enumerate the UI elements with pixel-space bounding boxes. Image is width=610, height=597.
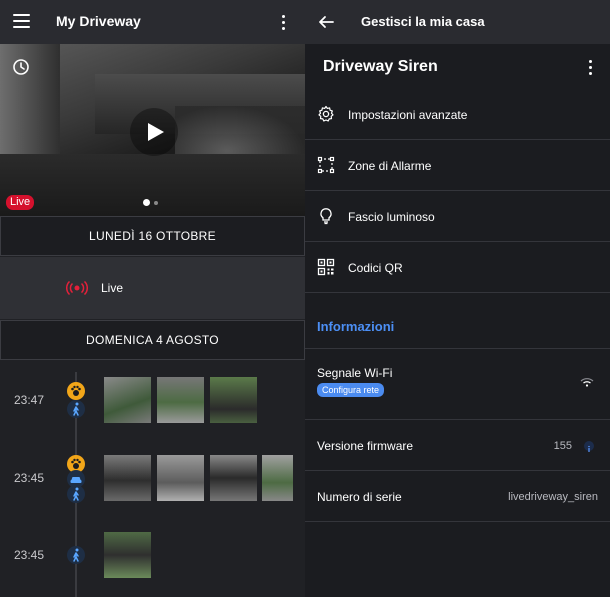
- live-row[interactable]: Live: [0, 257, 305, 319]
- menu-item-qr-codes[interactable]: Codici QR: [305, 243, 610, 293]
- camera-video-preview[interactable]: Live: [0, 44, 305, 216]
- more-options-icon[interactable]: [282, 15, 286, 31]
- event-time: 23:47: [14, 393, 45, 407]
- event-time: 23:45: [14, 471, 45, 485]
- wifi-signal-row: Segnale Wi-Fi Configura rete: [305, 348, 610, 420]
- play-button[interactable]: [130, 108, 178, 156]
- section-heading-info: Informazioni: [317, 319, 395, 334]
- menu-item-advanced-settings[interactable]: Impostazioni avanzate: [305, 90, 610, 140]
- menu-item-label: Zone di Allarme: [348, 159, 432, 173]
- event-thumbnail[interactable]: [262, 455, 293, 501]
- qr-code-icon: [317, 258, 335, 276]
- event-thumbnail[interactable]: [157, 455, 204, 501]
- event-thumbnail[interactable]: [157, 377, 204, 423]
- page-title: My Driveway: [56, 13, 141, 29]
- menu-item-light-beam[interactable]: Fascio luminoso: [305, 192, 610, 242]
- more-options-icon[interactable]: [589, 60, 593, 76]
- lightbulb-icon: [320, 208, 332, 225]
- firmware-value: 155: [553, 440, 572, 452]
- menu-item-label: Impostazioni avanzate: [348, 108, 468, 122]
- wifi-label: Segnale Wi-Fi: [317, 366, 393, 380]
- history-icon[interactable]: [12, 58, 30, 76]
- paw-icon: [67, 382, 85, 400]
- firmware-row: Versione firmware 155: [305, 420, 610, 471]
- person-walking-icon: [67, 400, 85, 418]
- event-thumbnail[interactable]: [210, 455, 257, 501]
- top-bar: My Driveway: [0, 0, 305, 44]
- info-icon[interactable]: [584, 441, 594, 452]
- back-arrow-icon[interactable]: [318, 14, 334, 30]
- gear-icon: [318, 105, 334, 122]
- menu-item-label: Codici QR: [348, 261, 403, 275]
- date-header-monday: LUNEDÌ 16 OTTOBRE: [0, 216, 305, 256]
- configure-network-button[interactable]: Configura rete: [317, 383, 385, 397]
- top-bar: Gestisci la mia casa: [305, 0, 610, 44]
- firmware-label: Versione firmware: [317, 439, 414, 453]
- serial-number-row: Numero di serie livedriveway_siren: [305, 471, 610, 522]
- live-broadcast-icon: [66, 281, 88, 295]
- hamburger-menu-icon[interactable]: [13, 14, 30, 28]
- page-title: Gestisci la mia casa: [361, 14, 485, 29]
- wifi-icon: [580, 378, 594, 387]
- zone-icon: [317, 156, 335, 174]
- live-label: Live: [101, 281, 124, 295]
- carousel-dots: [143, 199, 158, 206]
- event-time: 23:45: [14, 548, 45, 562]
- serial-value: livedriveway_siren: [508, 491, 598, 503]
- device-title: Driveway Siren: [323, 58, 438, 75]
- event-thumbnail[interactable]: [210, 377, 257, 423]
- menu-item-label: Fascio luminoso: [348, 210, 435, 224]
- live-badge: Live: [6, 195, 35, 210]
- play-icon: [148, 123, 164, 141]
- event-thumbnail[interactable]: [104, 377, 151, 423]
- event-thumbnail[interactable]: [104, 455, 151, 501]
- serial-label: Numero di serie: [317, 490, 402, 504]
- right-pane: Gestisci la mia casa Driveway Siren Impo…: [305, 0, 610, 597]
- menu-item-alarm-zones[interactable]: Zone di Allarme: [305, 141, 610, 191]
- date-header-sunday: DOMENICA 4 AGOSTO: [0, 320, 305, 360]
- person-walking-icon: [67, 485, 85, 503]
- event-thumbnail[interactable]: [104, 532, 151, 578]
- person-walking-icon: [67, 546, 85, 564]
- left-pane: My Driveway Live LUNEDÌ 16 OTTOBRE Live …: [0, 0, 305, 597]
